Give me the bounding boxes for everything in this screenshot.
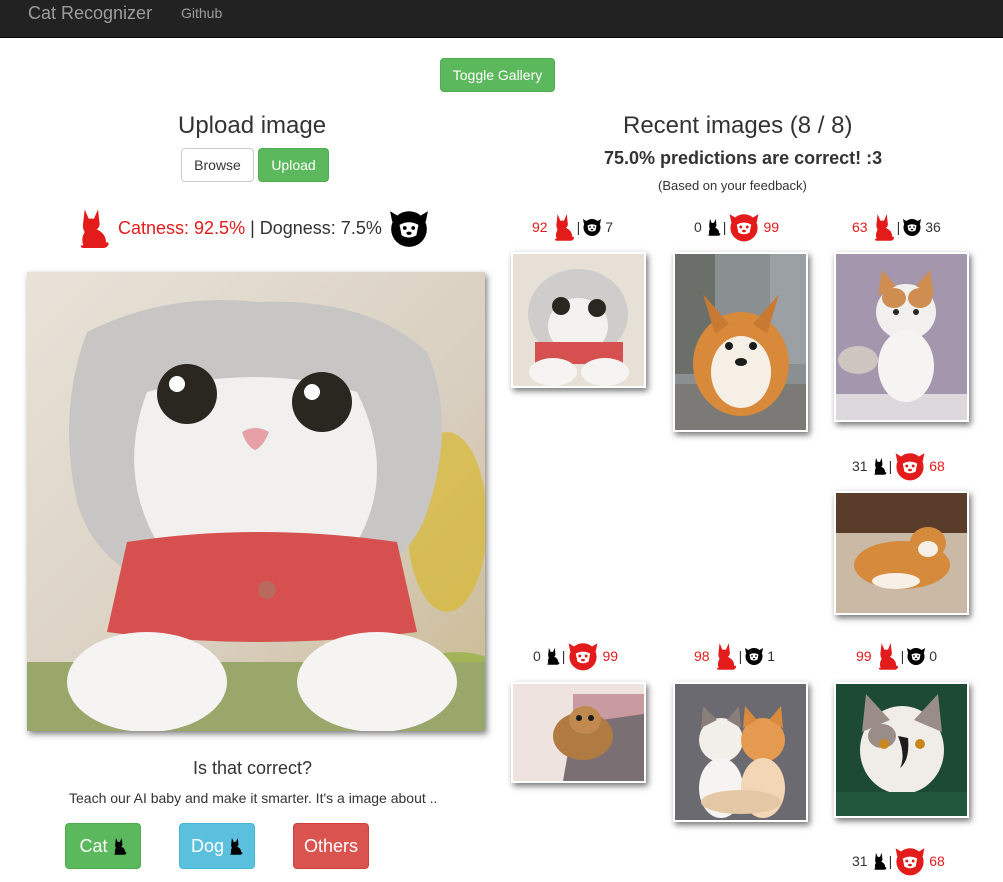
dog-score: 7 [605,219,614,235]
accuracy-text: 75.0% predictions are correct! :3 [604,148,883,168]
dog-icon [582,217,602,237]
top-navbar: Cat Recognizer Github [0,0,1003,38]
recent-images-title: Recent images (8 / 8) [623,112,853,139]
upload-title: Upload image [178,112,327,139]
dog-score: 36 [925,219,941,235]
cat-score: 31 [852,853,868,869]
cat-icon [873,851,887,871]
score-divider: | [888,853,893,869]
cat-icon [715,641,737,671]
cat-icon [78,206,110,250]
cat-icon [873,212,895,242]
dog-icon [902,217,922,237]
cat-score: 92 [532,219,548,235]
score-row: 0 | 99 [533,640,618,672]
cat-icon [546,646,560,666]
gallery-thumbnail[interactable] [511,682,646,783]
score-divider: | [576,219,581,235]
cat-icon [553,212,575,242]
cat-score: 63 [852,219,868,235]
gallery-thumbnail[interactable] [511,252,646,388]
gallery-thumbnail[interactable] [834,252,969,422]
feedback-others-button[interactable]: Others [293,823,369,869]
result-separator: | [245,217,260,238]
dogness-text: Dogness: 7.5% [259,217,382,238]
cat-icon [877,641,899,671]
score-divider: | [561,648,566,664]
dog-icon [906,646,926,666]
dog-icon [728,211,760,243]
score-row: 99 | 0 [856,640,937,672]
score-divider: | [722,219,727,235]
score-row: 31 | 68 [852,450,945,482]
cat-score: 0 [533,648,541,664]
cat-button-label: Cat [79,835,108,856]
feedback-cat-button[interactable]: Cat [65,823,141,869]
teach-instructions: Teach our AI baby and make it smarter. I… [69,790,438,806]
dog-score: 68 [929,458,945,474]
dog-icon [894,450,926,482]
github-link[interactable]: Github [181,5,222,21]
cat-score: 0 [694,219,702,235]
toggle-gallery-button[interactable]: Toggle Gallery [440,58,555,92]
dog-button-label: Dog [190,835,225,856]
score-row: 98 | 1 [694,640,775,672]
gallery-thumbnail[interactable] [673,252,808,432]
dog-icon [567,640,599,672]
feedback-dog-button[interactable]: Dog [179,823,255,869]
dog-icon [388,207,430,249]
uploaded-cat-image [27,272,485,731]
dog-score: 0 [929,648,938,664]
score-divider: | [888,458,893,474]
catness-text: Catness: 92.5% [118,217,246,238]
dog-icon [894,845,926,877]
cat-icon [707,217,721,237]
cat-score: 31 [852,458,868,474]
cat-icon [873,456,887,476]
gallery-thumbnail[interactable] [834,491,969,615]
gallery-thumbnail[interactable] [673,682,808,822]
cat-icon [113,836,127,856]
correctness-question: Is that correct? [193,758,313,778]
score-divider: | [896,219,901,235]
browse-button[interactable]: Browse [181,148,254,182]
score-row: 0 | 99 [694,211,779,243]
prediction-result: Catness: 92.5% | Dogness: 7.5% [78,206,430,250]
score-divider: | [900,648,905,664]
dog-score: 1 [767,648,776,664]
cat-score: 98 [694,648,710,664]
dog-score: 68 [929,853,945,869]
cat-score: 99 [856,648,872,664]
dog-icon [229,836,243,856]
score-divider: | [738,648,743,664]
brand-link[interactable]: Cat Recognizer [28,2,152,24]
dog-icon [744,646,764,666]
upload-button[interactable]: Upload [258,148,329,182]
score-row: 63 | 36 [852,211,941,243]
others-button-label: Others [303,835,359,856]
gallery-thumbnail[interactable] [834,682,969,818]
score-row: 31 | 68 [852,845,945,877]
feedback-note: (Based on your feedback) [658,178,807,193]
score-row: 92 | 7 [532,211,613,243]
dog-score: 99 [763,219,780,235]
dog-score: 99 [602,648,619,664]
